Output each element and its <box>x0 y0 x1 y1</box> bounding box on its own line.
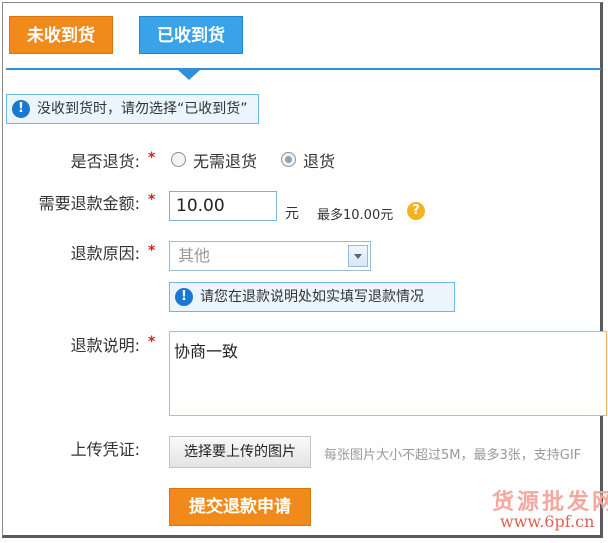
return-label: 是否退货: <box>70 152 140 171</box>
chevron-down-icon[interactable] <box>348 245 368 267</box>
reason-selected-value: 其他 <box>178 246 211 265</box>
amount-unit: 元 <box>285 206 299 222</box>
radio-return[interactable] <box>281 152 296 167</box>
description-label: 退款说明: <box>70 336 140 355</box>
notice-banner: ! 没收到货时，请勿选择“已收到货” <box>6 94 259 124</box>
watermark-url: www.6pf.cn <box>500 512 595 531</box>
info-icon: ! <box>12 100 30 118</box>
required-mark: * <box>148 334 156 350</box>
amount-input[interactable] <box>169 191 277 221</box>
required-mark: * <box>148 150 156 166</box>
required-mark: * <box>148 243 156 259</box>
active-tab-pointer <box>178 70 200 80</box>
amount-label: 需要退款金额: <box>38 194 140 213</box>
amount-max: 最多10.00元 <box>317 208 394 223</box>
choose-image-button[interactable]: 选择要上传的图片 <box>169 436 311 468</box>
required-mark: * <box>148 192 156 208</box>
tab-underline <box>6 68 601 70</box>
submit-refund-button[interactable]: 提交退款申请 <box>169 488 311 526</box>
proof-label: 上传凭证: <box>70 440 140 459</box>
notice-text: 没收到货时，请勿选择“已收到货” <box>37 101 248 117</box>
option-return[interactable]: 退货 <box>303 148 335 172</box>
tab-received[interactable]: 已收到货 <box>139 16 243 54</box>
help-icon[interactable]: ? <box>407 202 425 220</box>
description-textarea[interactable]: 协商一致 <box>169 331 607 416</box>
upload-tip: 每张图片大小不超过5M，最多3张，支持GIF <box>324 448 582 463</box>
reason-label: 退款原因: <box>70 244 140 263</box>
radio-no-return[interactable] <box>171 152 186 167</box>
option-no-return[interactable]: 无需退货 <box>193 148 257 172</box>
reason-hint: ! 请您在退款说明处如实填写退款情况 <box>169 282 455 312</box>
tab-not-received[interactable]: 未收到货 <box>9 16 113 54</box>
info-icon: ! <box>175 288 193 306</box>
reason-select[interactable]: 其他 <box>169 241 371 271</box>
reason-hint-text: 请您在退款说明处如实填写退款情况 <box>200 289 424 305</box>
